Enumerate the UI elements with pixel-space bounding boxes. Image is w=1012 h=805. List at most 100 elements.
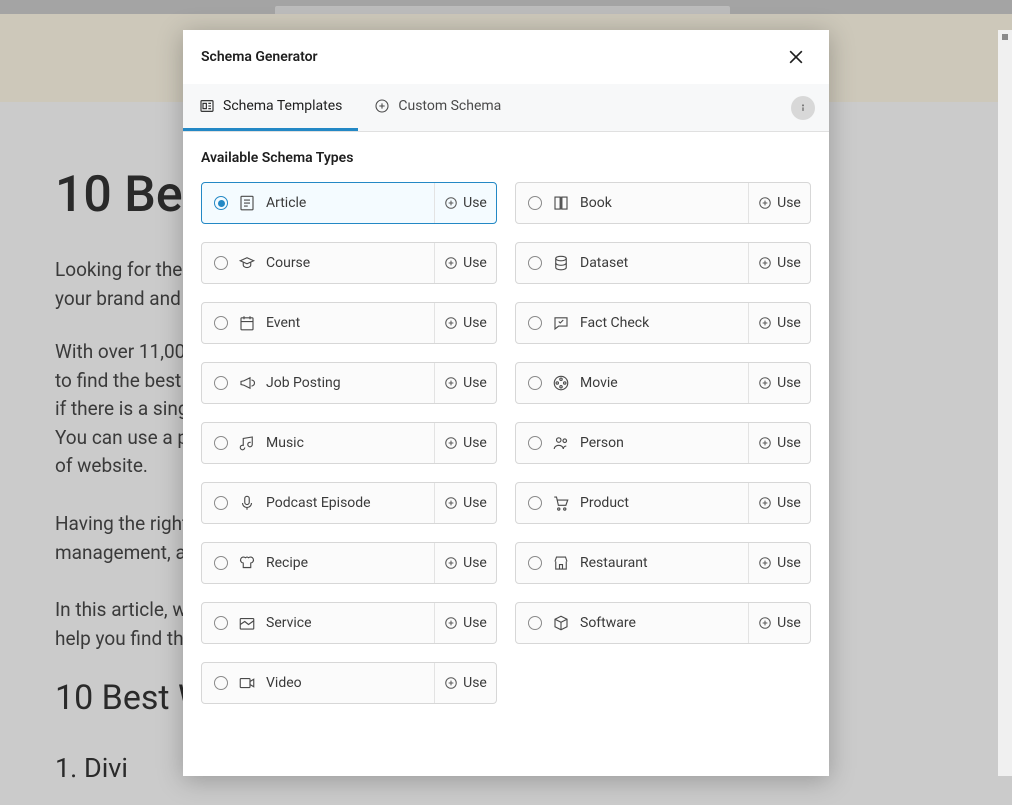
schema-type-select-person[interactable]: Person bbox=[516, 423, 748, 463]
schema-type-label: Video bbox=[266, 675, 302, 691]
plus-circle-icon bbox=[444, 616, 458, 630]
schema-type-select-event[interactable]: Event bbox=[202, 303, 434, 343]
schema-type-label: Recipe bbox=[266, 555, 308, 571]
schema-type-person: PersonUse bbox=[515, 422, 811, 464]
use-button-music[interactable]: Use bbox=[434, 423, 496, 463]
template-icon bbox=[199, 98, 215, 114]
plus-circle-icon bbox=[758, 496, 772, 510]
modal-title: Schema Generator bbox=[201, 49, 318, 65]
use-button-recipe[interactable]: Use bbox=[434, 543, 496, 583]
schema-type-select-podcast[interactable]: Podcast Episode bbox=[202, 483, 434, 523]
use-label: Use bbox=[777, 255, 801, 271]
use-button-video[interactable]: Use bbox=[434, 663, 496, 703]
radio-jobposting[interactable] bbox=[214, 376, 228, 390]
schema-type-event: EventUse bbox=[201, 302, 497, 344]
tab-schema-templates-label: Schema Templates bbox=[223, 98, 342, 114]
radio-podcast[interactable] bbox=[214, 496, 228, 510]
schema-type-select-service[interactable]: Service bbox=[202, 603, 434, 643]
scrollbar-track[interactable] bbox=[998, 30, 1012, 776]
use-button-software[interactable]: Use bbox=[748, 603, 810, 643]
use-button-factcheck[interactable]: Use bbox=[748, 303, 810, 343]
bg-topbar bbox=[0, 0, 1012, 14]
use-button-course[interactable]: Use bbox=[434, 243, 496, 283]
radio-course[interactable] bbox=[214, 256, 228, 270]
radio-dataset[interactable] bbox=[528, 256, 542, 270]
doc-lines-icon bbox=[238, 194, 256, 212]
schema-type-label: Article bbox=[266, 195, 306, 211]
radio-factcheck[interactable] bbox=[528, 316, 542, 330]
schema-type-select-movie[interactable]: Movie bbox=[516, 363, 748, 403]
present-icon bbox=[238, 614, 256, 632]
schema-type-select-dataset[interactable]: Dataset bbox=[516, 243, 748, 283]
schema-type-label: Book bbox=[580, 195, 612, 211]
schema-type-select-recipe[interactable]: Recipe bbox=[202, 543, 434, 583]
radio-article[interactable] bbox=[214, 196, 228, 210]
plus-circle-icon bbox=[444, 496, 458, 510]
use-button-article[interactable]: Use bbox=[434, 183, 496, 223]
schema-type-label: Course bbox=[266, 255, 310, 271]
schema-type-product: Product Use bbox=[515, 482, 811, 524]
radio-service[interactable] bbox=[214, 616, 228, 630]
use-button-dataset[interactable]: Use bbox=[748, 243, 810, 283]
plus-circle-icon bbox=[444, 196, 458, 210]
close-button[interactable] bbox=[783, 44, 809, 70]
use-label: Use bbox=[463, 375, 487, 391]
schema-type-label: Movie bbox=[580, 375, 618, 391]
schema-type-label: Job Posting bbox=[266, 375, 341, 391]
schema-type-select-video[interactable]: Video bbox=[202, 663, 434, 703]
use-button-podcast[interactable]: Use bbox=[434, 483, 496, 523]
use-label: Use bbox=[777, 375, 801, 391]
store-icon bbox=[552, 554, 570, 572]
db-icon bbox=[552, 254, 570, 272]
use-button-product[interactable]: Use bbox=[748, 483, 810, 523]
radio-movie[interactable] bbox=[528, 376, 542, 390]
schema-type-label: Dataset bbox=[580, 255, 628, 271]
schema-type-select-music[interactable]: Music bbox=[202, 423, 434, 463]
radio-book[interactable] bbox=[528, 196, 542, 210]
schema-type-select-product[interactable]: Product bbox=[516, 483, 748, 523]
schema-type-select-book[interactable]: Book bbox=[516, 183, 748, 223]
cube-icon bbox=[552, 614, 570, 632]
tab-schema-templates[interactable]: Schema Templates bbox=[183, 84, 358, 131]
schema-type-restaurant: Restaurant Use bbox=[515, 542, 811, 584]
tabs-left: Schema Templates Custom Schema bbox=[183, 84, 517, 131]
use-button-book[interactable]: Use bbox=[748, 183, 810, 223]
schema-type-label: Fact Check bbox=[580, 315, 649, 331]
chat-check-icon bbox=[552, 314, 570, 332]
use-label: Use bbox=[463, 555, 487, 571]
section-title: Available Schema Types bbox=[201, 150, 811, 166]
schema-type-select-factcheck[interactable]: Fact Check bbox=[516, 303, 748, 343]
use-button-event[interactable]: Use bbox=[434, 303, 496, 343]
plus-circle-icon bbox=[444, 256, 458, 270]
use-button-movie[interactable]: Use bbox=[748, 363, 810, 403]
radio-software[interactable] bbox=[528, 616, 542, 630]
info-button[interactable] bbox=[791, 96, 815, 120]
schema-type-select-course[interactable]: Course bbox=[202, 243, 434, 283]
schema-type-label: Restaurant bbox=[580, 555, 648, 571]
cart-icon bbox=[552, 494, 570, 512]
use-button-person[interactable]: Use bbox=[748, 423, 810, 463]
radio-recipe[interactable] bbox=[214, 556, 228, 570]
bg-h3: 1. Divi bbox=[55, 752, 128, 784]
radio-music[interactable] bbox=[214, 436, 228, 450]
schema-type-course: Course Use bbox=[201, 242, 497, 284]
radio-person[interactable] bbox=[528, 436, 542, 450]
schema-type-select-software[interactable]: Software bbox=[516, 603, 748, 643]
radio-video[interactable] bbox=[214, 676, 228, 690]
radio-restaurant[interactable] bbox=[528, 556, 542, 570]
use-label: Use bbox=[777, 495, 801, 511]
schema-type-video: Video Use bbox=[201, 662, 497, 704]
radio-event[interactable] bbox=[214, 316, 228, 330]
use-button-restaurant[interactable]: Use bbox=[748, 543, 810, 583]
schema-type-select-restaurant[interactable]: Restaurant bbox=[516, 543, 748, 583]
calendar-icon bbox=[238, 314, 256, 332]
radio-product[interactable] bbox=[528, 496, 542, 510]
plus-circle-icon bbox=[444, 556, 458, 570]
schema-type-label: Music bbox=[266, 435, 304, 451]
use-button-jobposting[interactable]: Use bbox=[434, 363, 496, 403]
schema-type-select-jobposting[interactable]: Job Posting bbox=[202, 363, 434, 403]
tab-custom-schema[interactable]: Custom Schema bbox=[358, 84, 517, 131]
schema-type-select-article[interactable]: Article bbox=[202, 183, 434, 223]
use-button-service[interactable]: Use bbox=[434, 603, 496, 643]
film-icon bbox=[552, 374, 570, 392]
